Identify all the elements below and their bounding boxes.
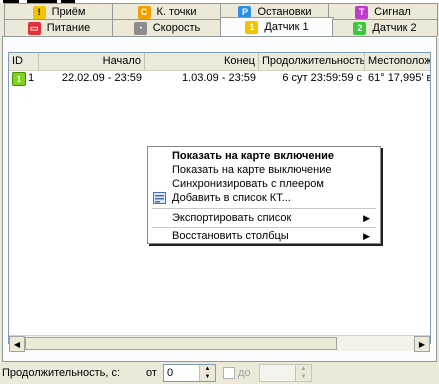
tab-sensor-1[interactable]: 1 Датчик 1: [220, 17, 334, 36]
submenu-arrow-icon: ▶: [363, 231, 370, 241]
sensor-1-icon: 1: [12, 72, 26, 86]
tab-label: Питание: [46, 22, 91, 34]
menu-show-on-map-off[interactable]: Показать на карте выключение: [148, 163, 380, 177]
tab-signal[interactable]: T Сигнал: [328, 3, 438, 20]
column-header-location[interactable]: Местополож: [365, 53, 430, 70]
cell-id: 1: [28, 72, 35, 84]
spin-up-icon[interactable]: ▲: [200, 365, 215, 373]
to-spinner-buttons[interactable]: ▲ ▼: [295, 365, 311, 381]
spin-down-icon[interactable]: ▼: [200, 373, 215, 381]
tab-label: Приём: [51, 6, 86, 18]
menu-restore-columns[interactable]: Восстановить столбцы ▶: [148, 229, 380, 243]
tab-bar: ! Приём C К. точки P Остановки T Сигнал …: [0, 0, 439, 36]
speedometer-icon: ◔: [133, 21, 147, 35]
add-list-icon: [153, 192, 166, 204]
scroll-thumb[interactable]: [25, 337, 337, 350]
horizontal-scrollbar[interactable]: ◀ ▶: [9, 335, 430, 352]
from-label: от: [146, 367, 157, 379]
menu-item-label: Восстановить столбцы: [172, 230, 289, 242]
menu-show-on-map-on[interactable]: Показать на карте включение: [148, 149, 380, 163]
to-checkbox[interactable]: [223, 367, 235, 379]
submenu-arrow-icon: ▶: [363, 213, 370, 223]
tab-speed[interactable]: ◔ Скорость: [112, 19, 222, 36]
menu-export-list[interactable]: Экспортировать список ▶: [148, 211, 380, 225]
cell-start: 22.02.09 - 23:59: [61, 72, 142, 84]
tab-label: Датчик 1: [264, 21, 309, 33]
table-header: ID Начало Конец Продолжительность Местоп…: [9, 53, 430, 71]
menu-separator: [152, 208, 376, 209]
menu-item-label: Добавить в список КТ...: [172, 192, 291, 204]
tab-power[interactable]: ▭ Питание: [4, 19, 114, 36]
cell-duration: 6 сут 23:59:59 с: [282, 72, 362, 84]
context-menu-main: Показать на карте включение Показать на …: [147, 146, 381, 244]
column-header-duration[interactable]: Продолжительность: [259, 53, 365, 70]
sensor-1-icon: 1: [245, 20, 259, 34]
duration-label: Продолжительность, с:: [2, 367, 121, 379]
cell-end: 1.03.09 - 23:59: [181, 72, 256, 84]
scroll-right-button[interactable]: ▶: [414, 336, 430, 352]
tab-label: Датчик 2: [372, 22, 417, 34]
from-spinner-buttons[interactable]: ▲ ▼: [199, 365, 215, 381]
column-header-start[interactable]: Начало: [39, 53, 145, 70]
menu-separator: [152, 227, 376, 228]
spin-up-icon[interactable]: ▲: [296, 365, 311, 373]
tab-sensor-2[interactable]: 2 Датчик 2: [332, 19, 438, 36]
scroll-left-button[interactable]: ◀: [9, 336, 25, 352]
menu-sync-player[interactable]: Синхронизировать с плеером: [148, 177, 380, 191]
menu-item-label: Экспортировать список: [172, 212, 292, 224]
tab-label: Сигнал: [374, 6, 411, 18]
filter-bar: Продолжительность, с: от 0 ▲ ▼ до ▲ ▼: [0, 362, 439, 384]
from-value: 0: [167, 367, 174, 379]
sensor-2-icon: 2: [353, 21, 367, 35]
column-header-end[interactable]: Конец: [145, 53, 259, 70]
menu-add-to-kt-list[interactable]: Добавить в список КТ...: [148, 191, 380, 205]
tab-label: Скорость: [152, 22, 201, 34]
to-spinner[interactable]: ▲ ▼: [259, 364, 312, 382]
tab-checkpoints[interactable]: C К. точки: [112, 3, 222, 20]
column-header-id[interactable]: ID: [9, 53, 39, 70]
table-row[interactable]: 1 1 22.02.09 - 23:59 1.03.09 - 23:59 6 с…: [9, 71, 431, 86]
battery-icon: ▭: [27, 21, 41, 35]
checkpoint-icon: C: [137, 5, 151, 19]
to-label: до: [238, 367, 251, 379]
cell-location: 61° 17,995' в: [368, 72, 431, 84]
spin-down-icon[interactable]: ▼: [296, 373, 311, 381]
tab-priem[interactable]: ! Приём: [4, 3, 114, 20]
from-spinner[interactable]: 0 ▲ ▼: [163, 364, 216, 382]
warning-icon: !: [32, 5, 46, 19]
tab-label: К. точки: [156, 6, 197, 18]
signal-icon: T: [355, 5, 369, 19]
